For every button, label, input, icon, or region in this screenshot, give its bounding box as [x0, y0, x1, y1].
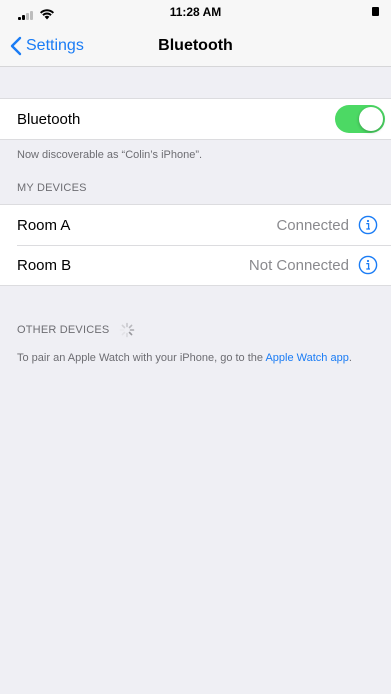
other-devices-header-label: OTHER DEVICES — [17, 323, 110, 336]
device-name: Room B — [17, 256, 72, 274]
apple-watch-app-link[interactable]: Apple Watch app — [265, 352, 348, 364]
apple-watch-note-text: To pair an Apple Watch with your iPhone,… — [17, 352, 266, 364]
apple-watch-note: To pair an Apple Watch with your iPhone,… — [17, 351, 371, 366]
discoverable-note: Now discoverable as “Colin’s iPhone”. — [17, 149, 203, 161]
bluetooth-row: Bluetooth — [0, 99, 391, 139]
status-bar: 11:28 AM — [0, 0, 391, 26]
device-row-room-a[interactable]: Room A Connected — [0, 205, 391, 245]
navigation-bar: Settings Bluetooth — [0, 26, 391, 67]
other-devices-header: OTHER DEVICES — [17, 322, 135, 338]
loading-spinner-icon — [119, 322, 135, 338]
my-devices-header: MY DEVICES — [17, 182, 87, 194]
bluetooth-toggle[interactable] — [335, 105, 385, 133]
status-time: 11:28 AM — [169, 5, 222, 19]
apple-watch-note-end: . — [348, 352, 352, 364]
info-icon[interactable] — [357, 254, 379, 276]
device-status: Not Connected — [248, 256, 349, 274]
toggle-knob — [359, 107, 383, 131]
device-row-room-b[interactable]: Room B Not Connected — [0, 245, 391, 285]
device-status: Connected — [276, 216, 349, 234]
device-name: Room A — [17, 216, 71, 234]
battery-icon — [372, 7, 379, 16]
page-title: Bluetooth — [158, 37, 233, 54]
info-icon[interactable] — [357, 214, 379, 236]
bluetooth-group: Bluetooth — [0, 98, 391, 140]
my-devices-group: Room A Connected Room B Not Connected — [0, 204, 391, 286]
